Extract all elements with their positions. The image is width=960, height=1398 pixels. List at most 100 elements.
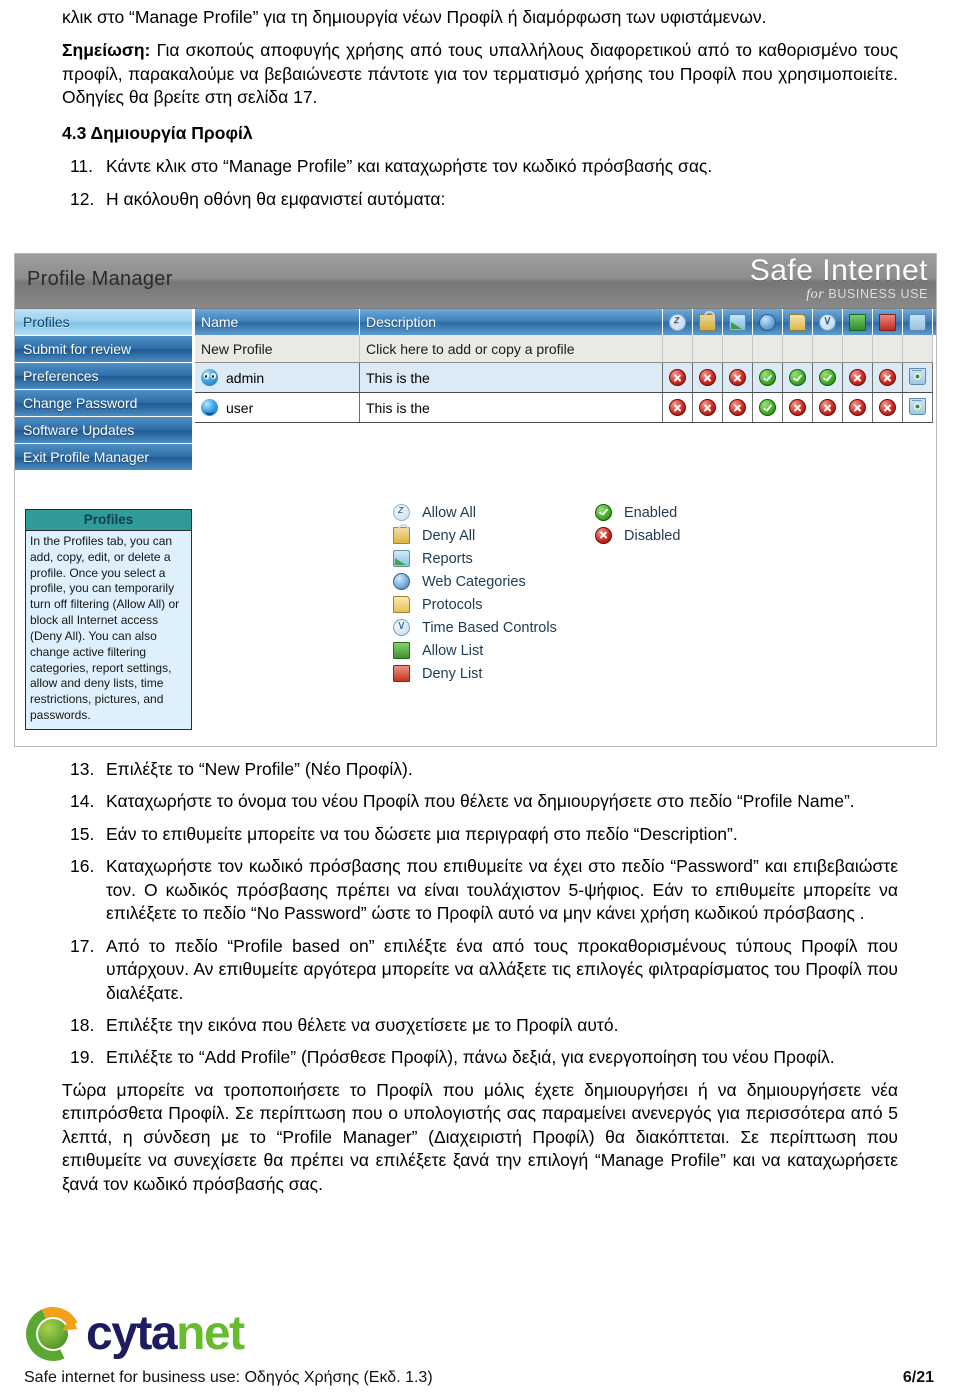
deny-all-icon [699, 310, 716, 331]
step-text: Επιλέξτε το “Add Profile” (Πρόσθεσε Προφ… [106, 1047, 835, 1068]
disabled-icon [699, 369, 716, 387]
legend-icons: Allow All Deny All Reports Web Categorie… [393, 501, 557, 685]
app-sidebar: Profiles Submit for review Preferences C… [15, 309, 193, 471]
cell-status-reports[interactable] [722, 362, 753, 393]
legend-label: Web Categories [422, 573, 526, 590]
list-item: 12. Η ακόλουθη οθόνη θα εμφανιστεί αυτόμ… [62, 188, 898, 211]
sidebar-item-submit-for-review[interactable]: Submit for review [15, 336, 193, 363]
column-header-name[interactable]: Name [195, 309, 360, 335]
table-row[interactable]: admin This is the [195, 362, 936, 393]
column-header-delete[interactable] [902, 309, 933, 335]
sidebar-item-profiles[interactable]: Profiles [15, 309, 193, 336]
steps-list-bottom: 13. Επιλέξτε το “New Profile” (Νέο Προφί… [62, 758, 898, 1070]
cell-status-protocols[interactable] [782, 392, 813, 423]
cell-status [842, 335, 873, 363]
column-header-deny-all[interactable] [692, 309, 723, 335]
disabled-icon [699, 399, 716, 417]
footer-title: Safe internet for business use: Οδηγός Χ… [24, 1369, 433, 1386]
step-number: 11. [70, 155, 94, 176]
list-item: 15. Εάν το επιθυμείτε μπορείτε να του δώ… [62, 823, 898, 846]
intro-paragraph: κλικ στο “Manage Profile” για τη δημιουρ… [62, 7, 767, 27]
cell-status-web-categories[interactable] [752, 362, 783, 393]
legend-label: Allow List [422, 642, 484, 659]
cell-status-time-based-controls[interactable] [812, 392, 843, 423]
step-text: Επιλέξτε την εικόνα που θέλετε να συσχετ… [106, 1014, 619, 1035]
cell-status-deny-list[interactable] [872, 362, 903, 393]
help-box-text: In the Profiles tab, you can add, copy, … [30, 534, 180, 723]
legend-label: Deny List [422, 665, 483, 682]
cell-status [692, 335, 723, 363]
reports-icon [393, 550, 410, 567]
brand-for-word: for [806, 287, 825, 302]
cell-status-time-based-controls[interactable] [812, 362, 843, 393]
cell-spacer [932, 362, 936, 393]
reports-icon [729, 313, 746, 331]
column-header-time-based-controls[interactable] [812, 309, 843, 335]
step-number: 19. [70, 1047, 95, 1068]
profile-name: admin [226, 369, 265, 386]
step-number: 16. [70, 856, 95, 877]
sidebar-item-software-updates[interactable]: Software Updates [15, 417, 193, 444]
cell-status-reports[interactable] [722, 392, 753, 423]
enabled-icon [819, 369, 836, 387]
column-header-allow-all[interactable] [662, 309, 693, 335]
brand-name: Safe Internet [749, 254, 928, 287]
embedded-screenshot: Profile Manager Safe Internet for BUSINE… [14, 253, 937, 747]
column-header-protocols[interactable] [782, 309, 813, 335]
disabled-icon [879, 399, 896, 417]
avatar [201, 369, 218, 386]
protocols-icon [393, 596, 410, 613]
cell-status [722, 335, 753, 363]
allow-all-icon [393, 504, 410, 521]
cell-status-deny-list[interactable] [872, 392, 903, 423]
sidebar-item-change-password[interactable]: Change Password [15, 390, 193, 417]
table-row[interactable]: New Profile Click here to add or copy a … [195, 335, 936, 363]
legend-item-reports: Reports [393, 547, 557, 570]
legend-item-web-categories: Web Categories [393, 570, 557, 593]
column-header-deny-list[interactable] [872, 309, 903, 335]
cell-delete[interactable] [902, 392, 933, 423]
logo-text-net: net [176, 1307, 245, 1360]
legend-item-disabled: Disabled [595, 524, 680, 547]
cell-status [902, 335, 933, 363]
cell-name: New Profile [195, 335, 360, 363]
cell-delete[interactable] [902, 362, 933, 393]
cell-status-allow-list[interactable] [842, 392, 873, 423]
step-text: Επιλέξτε το “New Profile” (Νέο Προφίλ). [106, 759, 413, 779]
step-text: Καταχωρήστε το όνομα του νέου Προφίλ που… [106, 791, 855, 812]
cell-description: This is the [359, 392, 663, 423]
cytanet-wordmark: cytanet [86, 1307, 245, 1360]
cell-status-allow-list[interactable] [842, 362, 873, 393]
cell-status-deny-all[interactable] [692, 362, 723, 393]
list-item: 18. Επιλέξτε την εικόνα που θέλετε να συ… [62, 1014, 898, 1037]
cell-status-allow-all[interactable] [662, 362, 693, 393]
column-header-allow-list[interactable] [842, 309, 873, 335]
deny-all-icon [393, 524, 410, 544]
web-categories-icon [393, 573, 410, 590]
cell-name: admin [195, 362, 360, 393]
cell-status-protocols[interactable] [782, 362, 813, 393]
cell-status-deny-all[interactable] [692, 392, 723, 423]
disabled-icon [849, 399, 866, 417]
allow-all-icon [669, 313, 686, 331]
legend-item-deny-list: Deny List [393, 662, 557, 685]
legend-statuses: Enabled Disabled [595, 501, 680, 547]
legend-label: Enabled [624, 504, 678, 521]
section-heading: 4.3 Δημιουργία Προφίλ [62, 122, 253, 143]
column-header-reports[interactable] [722, 309, 753, 335]
table-row[interactable]: user This is the [195, 392, 936, 423]
cell-status-allow-all[interactable] [662, 392, 693, 423]
steps-list-top: 11. Κάντε κλικ στο “Manage Profile” και … [62, 155, 898, 212]
sidebar-item-exit-profile-manager[interactable]: Exit Profile Manager [15, 444, 193, 471]
brand-logo: Safe Internet for BUSINESS USE [750, 256, 928, 302]
help-box-title: Profiles [26, 510, 191, 531]
list-item: 19. Επιλέξτε το “Add Profile” (Πρόσθεσε … [62, 1046, 898, 1069]
column-header-description[interactable]: Description [359, 309, 663, 335]
time-based-controls-icon [393, 618, 410, 636]
column-header-web-categories[interactable] [752, 309, 783, 335]
disabled-icon [729, 369, 746, 387]
brand-tagline: for BUSINESS USE [750, 288, 928, 302]
cell-status-web-categories[interactable] [752, 392, 783, 423]
sidebar-item-preferences[interactable]: Preferences [15, 363, 193, 390]
profile-name: user [226, 399, 254, 416]
